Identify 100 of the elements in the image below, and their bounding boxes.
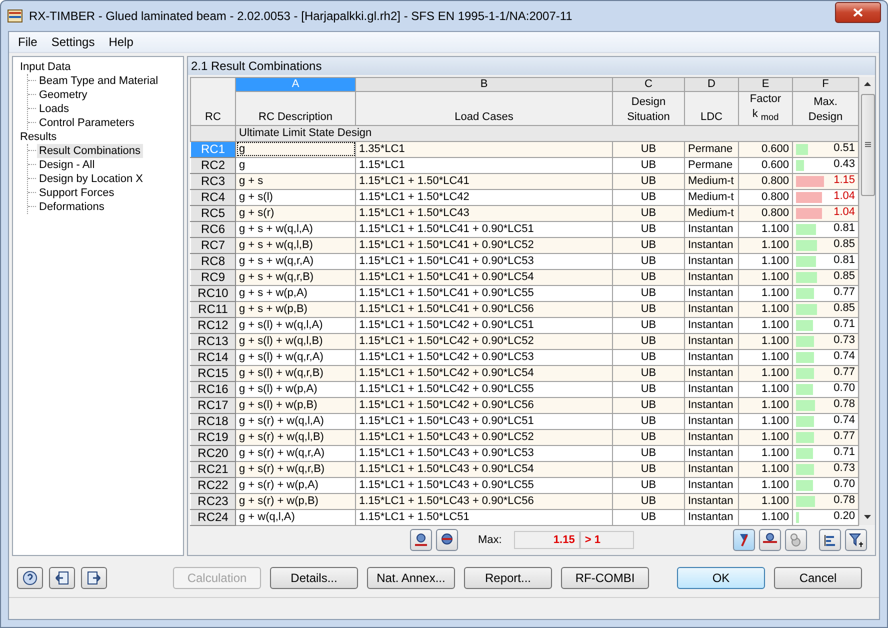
table-cell: UB: [612, 301, 684, 318]
tree-item[interactable]: Deformations: [37, 200, 106, 214]
toolbar-button[interactable]: [436, 528, 458, 550]
row-header[interactable]: RC8: [190, 253, 236, 270]
design-ratio: 1.04: [834, 206, 855, 218]
table-cell: Medium-t: [684, 173, 738, 190]
table-cell: 1.15*LC1 + 1.50*LC42 + 0.90*LC53: [356, 349, 612, 366]
table-cell: g + s(r) + w(p,A): [236, 477, 356, 494]
table-cell: 1.100: [738, 429, 792, 446]
row-header[interactable]: RC11: [190, 301, 236, 318]
row-header[interactable]: RC2: [190, 157, 236, 174]
tree-item[interactable]: Design - All: [37, 158, 97, 172]
row-header[interactable]: RC23: [190, 493, 236, 510]
scroll-down-icon: [864, 515, 871, 519]
table-cell: UB: [612, 269, 684, 286]
dialog-button[interactable]: Report...: [464, 567, 552, 590]
table-cell: 1.15*LC1: [356, 157, 612, 174]
row-header[interactable]: RC17: [190, 397, 236, 414]
menu-item[interactable]: File: [11, 32, 44, 51]
tree-item[interactable]: Results: [18, 130, 59, 144]
row-header[interactable]: RC24: [190, 509, 236, 526]
row-header[interactable]: RC14: [190, 349, 236, 366]
table-cell: Instantan: [684, 381, 738, 398]
row-header[interactable]: RC6: [190, 221, 236, 238]
tree-item[interactable]: Geometry: [37, 88, 90, 102]
dialog-button[interactable]: Details...: [270, 567, 358, 590]
table-cell: 1.15*LC1 + 1.50*LC41 + 0.90*LC54: [356, 269, 612, 286]
menu-item[interactable]: Settings: [44, 32, 102, 51]
toolbar-button[interactable]: [733, 528, 755, 550]
column-letter[interactable]: D: [684, 77, 738, 91]
tree-item[interactable]: Input Data: [18, 60, 73, 74]
dialog-button[interactable]: Nat. Annex...: [367, 567, 455, 590]
max-label: Max:: [478, 534, 502, 546]
vertical-scrollbar[interactable]: [859, 76, 875, 524]
row-header[interactable]: RC15: [190, 365, 236, 382]
row-header[interactable]: RC5: [190, 205, 236, 222]
table-cell: 1.100: [738, 381, 792, 398]
table-cell: 1.15*LC1 + 1.50*LC42 + 0.90*LC54: [356, 365, 612, 382]
tree-item[interactable]: Loads: [37, 102, 71, 116]
table-cell: 1.100: [738, 461, 792, 478]
row-header[interactable]: RC20: [190, 445, 236, 462]
tree-item[interactable]: Result Combinations: [37, 144, 142, 158]
table-cell: 1.15*LC1 + 1.50*LC43: [356, 205, 612, 222]
icon-button[interactable]: [49, 567, 75, 590]
column-letter[interactable]: F: [792, 77, 858, 91]
scroll-thumb[interactable]: [860, 94, 874, 196]
dialog-button[interactable]: Cancel: [774, 567, 862, 590]
table-cell: 1.100: [738, 269, 792, 286]
table-cell: Medium-t: [684, 189, 738, 206]
table-cell: g: [236, 157, 356, 174]
table-cell: Instantan: [684, 397, 738, 414]
icon-button[interactable]: [17, 567, 43, 590]
tree-item[interactable]: Control Parameters: [37, 116, 136, 130]
icon-button[interactable]: [81, 567, 107, 590]
dialog-button[interactable]: OK: [677, 567, 765, 590]
close-button[interactable]: [835, 2, 881, 22]
table-cell: g + s(l) + w(q,l,B): [236, 333, 356, 350]
table-cell: UB: [612, 477, 684, 494]
column-letter[interactable]: C: [612, 77, 684, 91]
row-header[interactable]: RC9: [190, 269, 236, 286]
toolbar-button[interactable]: [845, 528, 867, 550]
tree-item[interactable]: Beam Type and Material: [37, 74, 160, 88]
table-cell: g + s(l): [236, 189, 356, 206]
table-cell: g + s(r) + w(q,r,A): [236, 445, 356, 462]
table-cell: 1.15*LC1 + 1.50*LC43 + 0.90*LC53: [356, 445, 612, 462]
tree-item[interactable]: Support Forces: [37, 186, 116, 200]
row-header[interactable]: RC10: [190, 285, 236, 302]
table-cell: 1.15*LC1 + 1.50*LC41 + 0.90*LC53: [356, 253, 612, 270]
toolbar-button[interactable]: [759, 528, 781, 550]
column-header: LDC: [684, 91, 738, 126]
tree-item[interactable]: Design by Location X: [37, 172, 145, 186]
row-header[interactable]: RC3: [190, 173, 236, 190]
row-header[interactable]: RC19: [190, 429, 236, 446]
row-header[interactable]: RC16: [190, 381, 236, 398]
row-header[interactable]: RC7: [190, 237, 236, 254]
table-cell: 1.15*LC1 + 1.50*LC42 + 0.90*LC56: [356, 397, 612, 414]
column-letter[interactable]: B: [356, 77, 612, 91]
toolbar-button[interactable]: [819, 528, 841, 550]
table-cell: Permane: [684, 141, 738, 158]
column-letter[interactable]: E: [738, 77, 792, 91]
row-header[interactable]: RC21: [190, 461, 236, 478]
row-header[interactable]: RC22: [190, 477, 236, 494]
column-header: Design Situation: [612, 91, 684, 126]
row-header[interactable]: RC12: [190, 317, 236, 334]
table-cell: UB: [612, 221, 684, 238]
row-header[interactable]: RC18: [190, 413, 236, 430]
dialog-button[interactable]: RF-COMBI: [561, 567, 649, 590]
table-cell: g + s + w(q,l,A): [236, 221, 356, 238]
table-cell: UB: [612, 509, 684, 526]
toolbar-button[interactable]: [410, 528, 432, 550]
design-ratio: 1.15: [834, 174, 855, 186]
design-ratio: 0.73: [834, 334, 855, 346]
table-cell: 1.15*LC1 + 1.50*LC41: [356, 173, 612, 190]
row-header[interactable]: RC13: [190, 333, 236, 350]
table-cell: Permane: [684, 157, 738, 174]
row-header[interactable]: RC4: [190, 189, 236, 206]
table-cell: 1.15*LC1 + 1.50*LC43 + 0.90*LC54: [356, 461, 612, 478]
group-row: Ultimate Limit State Design: [236, 125, 858, 142]
menu-item[interactable]: Help: [102, 32, 140, 51]
table-cell: g + s + w(q,r,A): [236, 253, 356, 270]
